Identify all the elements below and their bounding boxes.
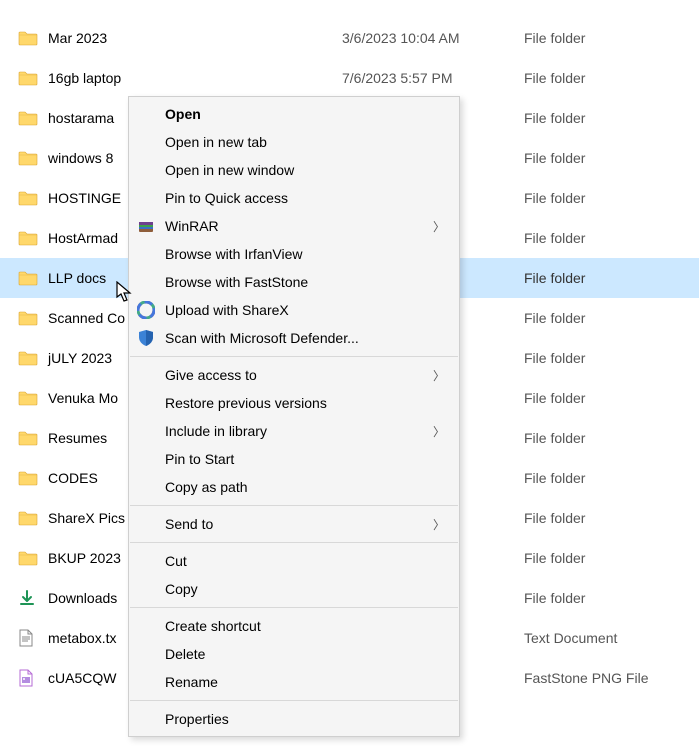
text-icon bbox=[18, 629, 46, 647]
menu-item[interactable]: Send to 〉 bbox=[129, 510, 459, 538]
menu-item-label: Browse with IrfanView bbox=[165, 246, 302, 262]
menu-item[interactable]: Browse with IrfanView bbox=[129, 240, 459, 268]
file-type: File folder bbox=[524, 310, 699, 326]
menu-item-label: Open bbox=[165, 106, 201, 122]
menu-item-label: Give access to bbox=[165, 367, 257, 383]
menu-item-label: Properties bbox=[165, 711, 229, 727]
folder-icon bbox=[18, 470, 46, 486]
menu-separator bbox=[130, 356, 458, 357]
download-icon bbox=[18, 589, 46, 607]
menu-item[interactable]: Browse with FastStone bbox=[129, 268, 459, 296]
file-date: 7/6/2023 5:57 PM bbox=[342, 70, 524, 86]
file-name: Mar 2023 bbox=[46, 30, 342, 46]
menu-item-label: Restore previous versions bbox=[165, 395, 327, 411]
file-type: File folder bbox=[524, 230, 699, 246]
folder-icon bbox=[18, 430, 46, 446]
file-type: File folder bbox=[524, 470, 699, 486]
menu-item-label: Rename bbox=[165, 674, 218, 690]
chevron-right-icon: 〉 bbox=[433, 423, 445, 440]
file-type: File folder bbox=[524, 430, 699, 446]
menu-separator bbox=[130, 700, 458, 701]
file-type: File folder bbox=[524, 190, 699, 206]
menu-item-label: Include in library bbox=[165, 423, 267, 439]
menu-item[interactable]: WinRAR 〉 bbox=[129, 212, 459, 240]
menu-item-label: Upload with ShareX bbox=[165, 302, 289, 318]
menu-item-label: Copy as path bbox=[165, 479, 248, 495]
winrar-icon bbox=[135, 215, 157, 237]
file-type: File folder bbox=[524, 510, 699, 526]
file-type: File folder bbox=[524, 150, 699, 166]
menu-separator bbox=[130, 542, 458, 543]
menu-item-label: Create shortcut bbox=[165, 618, 261, 634]
menu-item[interactable]: Upload with ShareX bbox=[129, 296, 459, 324]
chevron-right-icon: 〉 bbox=[433, 367, 445, 384]
menu-item[interactable]: Properties bbox=[129, 705, 459, 733]
folder-icon bbox=[18, 70, 46, 86]
sharex-icon bbox=[135, 299, 157, 321]
menu-item[interactable]: Copy bbox=[129, 575, 459, 603]
file-name: 16gb laptop bbox=[46, 70, 342, 86]
folder-icon bbox=[18, 390, 46, 406]
menu-item[interactable]: Copy as path bbox=[129, 473, 459, 501]
menu-item-label: Send to bbox=[165, 516, 213, 532]
file-type: File folder bbox=[524, 270, 699, 286]
menu-item[interactable]: Rename bbox=[129, 668, 459, 696]
file-type: File folder bbox=[524, 350, 699, 366]
file-type: File folder bbox=[524, 390, 699, 406]
file-type: File folder bbox=[524, 30, 699, 46]
file-date: 3/6/2023 10:04 AM bbox=[342, 30, 524, 46]
menu-item[interactable]: Cut bbox=[129, 547, 459, 575]
chevron-right-icon: 〉 bbox=[433, 218, 445, 235]
file-type: File folder bbox=[524, 110, 699, 126]
file-type: File folder bbox=[524, 550, 699, 566]
menu-item-label: Cut bbox=[165, 553, 187, 569]
menu-separator bbox=[130, 505, 458, 506]
menu-item-label: Pin to Start bbox=[165, 451, 234, 467]
menu-item-label: Browse with FastStone bbox=[165, 274, 308, 290]
menu-item-label: Pin to Quick access bbox=[165, 190, 288, 206]
file-type: File folder bbox=[524, 590, 699, 606]
menu-item[interactable]: Scan with Microsoft Defender... bbox=[129, 324, 459, 352]
folder-icon bbox=[18, 30, 46, 46]
folder-icon bbox=[18, 110, 46, 126]
folder-icon bbox=[18, 510, 46, 526]
folder-icon bbox=[18, 190, 46, 206]
file-row[interactable]: 16gb laptop7/6/2023 5:57 PMFile folder bbox=[0, 58, 699, 98]
file-type: File folder bbox=[524, 70, 699, 86]
folder-icon bbox=[18, 310, 46, 326]
menu-item[interactable]: Open in new window bbox=[129, 156, 459, 184]
menu-item[interactable]: Pin to Quick access bbox=[129, 184, 459, 212]
menu-item-label: Open in new tab bbox=[165, 134, 267, 150]
menu-item-label: Delete bbox=[165, 646, 205, 662]
menu-item[interactable]: Restore previous versions bbox=[129, 389, 459, 417]
menu-item[interactable]: Open bbox=[129, 100, 459, 128]
file-row[interactable]: Mar 20233/6/2023 10:04 AMFile folder bbox=[0, 18, 699, 58]
folder-icon bbox=[18, 550, 46, 566]
png-icon bbox=[18, 669, 46, 687]
menu-item[interactable]: Give access to 〉 bbox=[129, 361, 459, 389]
context-menu: Open Open in new tab Open in new window Pin… bbox=[128, 96, 460, 737]
file-type: FastStone PNG File bbox=[524, 670, 699, 686]
folder-icon bbox=[18, 270, 46, 286]
folder-icon bbox=[18, 230, 46, 246]
menu-item[interactable]: Create shortcut bbox=[129, 612, 459, 640]
menu-item-label: Open in new window bbox=[165, 162, 294, 178]
menu-item[interactable]: Open in new tab bbox=[129, 128, 459, 156]
folder-icon bbox=[18, 150, 46, 166]
menu-item-label: Copy bbox=[165, 581, 198, 597]
defender-icon bbox=[135, 327, 157, 349]
chevron-right-icon: 〉 bbox=[433, 516, 445, 533]
menu-item-label: WinRAR bbox=[165, 218, 219, 234]
menu-separator bbox=[130, 607, 458, 608]
menu-item-label: Scan with Microsoft Defender... bbox=[165, 330, 359, 346]
menu-item[interactable]: Delete bbox=[129, 640, 459, 668]
file-type: Text Document bbox=[524, 630, 699, 646]
menu-item[interactable]: Pin to Start bbox=[129, 445, 459, 473]
folder-icon bbox=[18, 350, 46, 366]
menu-item[interactable]: Include in library 〉 bbox=[129, 417, 459, 445]
